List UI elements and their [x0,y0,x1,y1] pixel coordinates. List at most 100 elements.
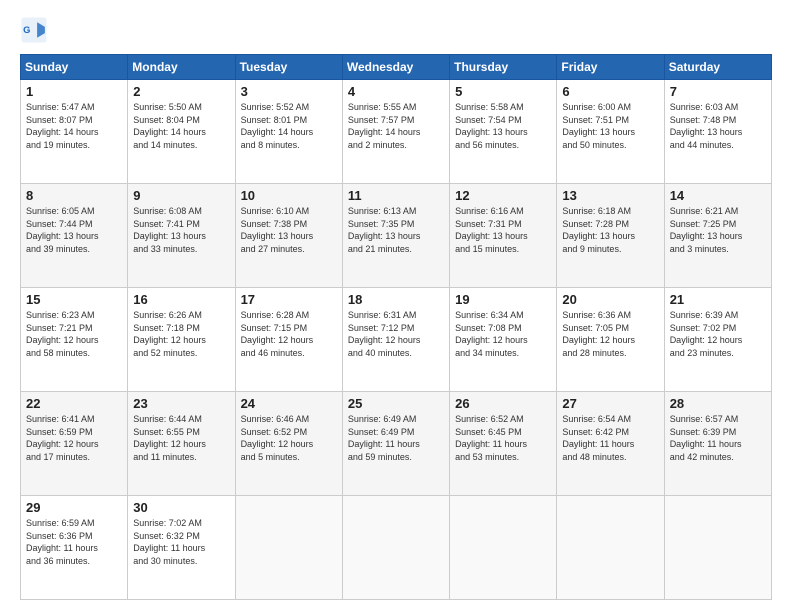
cell-text: Sunrise: 6:52 AMSunset: 6:45 PMDaylight:… [455,413,551,463]
cell-text: Sunrise: 6:34 AMSunset: 7:08 PMDaylight:… [455,309,551,359]
page: G SundayMondayTuesdayWednesdayThursdayFr… [0,0,792,612]
cell-text: Sunrise: 6:10 AMSunset: 7:38 PMDaylight:… [241,205,337,255]
calendar-cell: 7 Sunrise: 6:03 AMSunset: 7:48 PMDaylight… [664,80,771,184]
weekday-header-cell: Wednesday [342,55,449,80]
weekday-header-row: SundayMondayTuesdayWednesdayThursdayFrid… [21,55,772,80]
cell-text: Sunrise: 6:59 AMSunset: 6:36 PMDaylight:… [26,517,122,567]
cell-text: Sunrise: 6:21 AMSunset: 7:25 PMDaylight:… [670,205,766,255]
weekday-header-cell: Saturday [664,55,771,80]
calendar-cell: 10 Sunrise: 6:10 AMSunset: 7:38 PMDayligh… [235,184,342,288]
cell-text: Sunrise: 6:36 AMSunset: 7:05 PMDaylight:… [562,309,658,359]
day-number: 1 [26,84,122,99]
day-number: 17 [241,292,337,307]
cell-text: Sunrise: 6:08 AMSunset: 7:41 PMDaylight:… [133,205,229,255]
calendar-cell: 5 Sunrise: 5:58 AMSunset: 7:54 PMDaylight… [450,80,557,184]
calendar-week-row: 1 Sunrise: 5:47 AMSunset: 8:07 PMDaylight… [21,80,772,184]
cell-text: Sunrise: 6:31 AMSunset: 7:12 PMDaylight:… [348,309,444,359]
calendar-cell: 27 Sunrise: 6:54 AMSunset: 6:42 PMDayligh… [557,392,664,496]
calendar-cell: 12 Sunrise: 6:16 AMSunset: 7:31 PMDayligh… [450,184,557,288]
calendar-cell: 23 Sunrise: 6:44 AMSunset: 6:55 PMDayligh… [128,392,235,496]
calendar-cell [342,496,449,600]
cell-text: Sunrise: 6:54 AMSunset: 6:42 PMDaylight:… [562,413,658,463]
cell-text: Sunrise: 5:52 AMSunset: 8:01 PMDaylight:… [241,101,337,151]
day-number: 2 [133,84,229,99]
calendar-cell: 25Sunrise: 6:49 AMSunset: 6:49 PMDayligh… [342,392,449,496]
calendar-cell: 8 Sunrise: 6:05 AMSunset: 7:44 PMDaylight… [21,184,128,288]
cell-text: Sunrise: 5:47 AMSunset: 8:07 PMDaylight:… [26,101,122,151]
day-number: 5 [455,84,551,99]
day-number: 4 [348,84,444,99]
day-number: 27 [562,396,658,411]
weekday-header-cell: Thursday [450,55,557,80]
day-number: 29 [26,500,122,515]
svg-text:G: G [23,25,30,35]
cell-text: Sunrise: 6:13 AMSunset: 7:35 PMDaylight:… [348,205,444,255]
header: G [20,16,772,44]
calendar-cell: 11 Sunrise: 6:13 AMSunset: 7:35 PMDayligh… [342,184,449,288]
day-number: 21 [670,292,766,307]
cell-text: Sunrise: 6:46 AMSunset: 6:52 PMDaylight:… [241,413,337,463]
calendar-cell: 20Sunrise: 6:36 AMSunset: 7:05 PMDayligh… [557,288,664,392]
calendar-cell: 24 Sunrise: 6:46 AMSunset: 6:52 PMDayligh… [235,392,342,496]
day-number: 25 [348,396,444,411]
day-number: 30 [133,500,229,515]
calendar-cell: 16 Sunrise: 6:26 AMSunset: 7:18 PMDayligh… [128,288,235,392]
calendar-body: 1 Sunrise: 5:47 AMSunset: 8:07 PMDaylight… [21,80,772,600]
calendar-week-row: 22 Sunrise: 6:41 AMSunset: 6:59 PMDayligh… [21,392,772,496]
cell-text: Sunrise: 6:41 AMSunset: 6:59 PMDaylight:… [26,413,122,463]
calendar-cell: 26 Sunrise: 6:52 AMSunset: 6:45 PMDayligh… [450,392,557,496]
day-number: 11 [348,188,444,203]
calendar-cell: 15 Sunrise: 6:23 AMSunset: 7:21 PMDayligh… [21,288,128,392]
weekday-header-cell: Monday [128,55,235,80]
calendar-week-row: 8 Sunrise: 6:05 AMSunset: 7:44 PMDaylight… [21,184,772,288]
cell-text: Sunrise: 6:26 AMSunset: 7:18 PMDaylight:… [133,309,229,359]
calendar-cell: 1 Sunrise: 5:47 AMSunset: 8:07 PMDaylight… [21,80,128,184]
calendar-table: SundayMondayTuesdayWednesdayThursdayFrid… [20,54,772,600]
day-number: 13 [562,188,658,203]
cell-text: Sunrise: 6:03 AMSunset: 7:48 PMDaylight:… [670,101,766,151]
day-number: 26 [455,396,551,411]
cell-text: Sunrise: 6:00 AMSunset: 7:51 PMDaylight:… [562,101,658,151]
day-number: 8 [26,188,122,203]
weekday-header-cell: Friday [557,55,664,80]
day-number: 16 [133,292,229,307]
logo-icon: G [20,16,48,44]
cell-text: Sunrise: 7:02 AMSunset: 6:32 PMDaylight:… [133,517,229,567]
day-number: 24 [241,396,337,411]
calendar-cell: 17 Sunrise: 6:28 AMSunset: 7:15 PMDayligh… [235,288,342,392]
calendar-cell: 30 Sunrise: 7:02 AMSunset: 6:32 PMDayligh… [128,496,235,600]
calendar-cell [235,496,342,600]
day-number: 19 [455,292,551,307]
weekday-header-cell: Tuesday [235,55,342,80]
day-number: 15 [26,292,122,307]
cell-text: Sunrise: 6:23 AMSunset: 7:21 PMDaylight:… [26,309,122,359]
calendar-cell [450,496,557,600]
day-number: 22 [26,396,122,411]
day-number: 7 [670,84,766,99]
day-number: 12 [455,188,551,203]
day-number: 3 [241,84,337,99]
cell-text: Sunrise: 6:57 AMSunset: 6:39 PMDaylight:… [670,413,766,463]
cell-text: Sunrise: 6:05 AMSunset: 7:44 PMDaylight:… [26,205,122,255]
calendar-cell: 22 Sunrise: 6:41 AMSunset: 6:59 PMDayligh… [21,392,128,496]
calendar-week-row: 29 Sunrise: 6:59 AMSunset: 6:36 PMDayligh… [21,496,772,600]
day-number: 23 [133,396,229,411]
cell-text: Sunrise: 6:39 AMSunset: 7:02 PMDaylight:… [670,309,766,359]
cell-text: Sunrise: 6:18 AMSunset: 7:28 PMDaylight:… [562,205,658,255]
day-number: 10 [241,188,337,203]
calendar-cell: 28 Sunrise: 6:57 AMSunset: 6:39 PMDayligh… [664,392,771,496]
day-number: 6 [562,84,658,99]
calendar-cell: 19 Sunrise: 6:34 AMSunset: 7:08 PMDayligh… [450,288,557,392]
day-number: 14 [670,188,766,203]
cell-text: Sunrise: 5:58 AMSunset: 7:54 PMDaylight:… [455,101,551,151]
cell-text: Sunrise: 5:55 AMSunset: 7:57 PMDaylight:… [348,101,444,151]
cell-text: Sunrise: 6:28 AMSunset: 7:15 PMDaylight:… [241,309,337,359]
weekday-header-cell: Sunday [21,55,128,80]
cell-text: Sunrise: 6:16 AMSunset: 7:31 PMDaylight:… [455,205,551,255]
calendar-week-row: 15 Sunrise: 6:23 AMSunset: 7:21 PMDayligh… [21,288,772,392]
day-number: 28 [670,396,766,411]
calendar-cell: 29 Sunrise: 6:59 AMSunset: 6:36 PMDayligh… [21,496,128,600]
calendar-cell: 6 Sunrise: 6:00 AMSunset: 7:51 PMDaylight… [557,80,664,184]
cell-text: Sunrise: 6:44 AMSunset: 6:55 PMDaylight:… [133,413,229,463]
calendar-cell: 21 Sunrise: 6:39 AMSunset: 7:02 PMDayligh… [664,288,771,392]
